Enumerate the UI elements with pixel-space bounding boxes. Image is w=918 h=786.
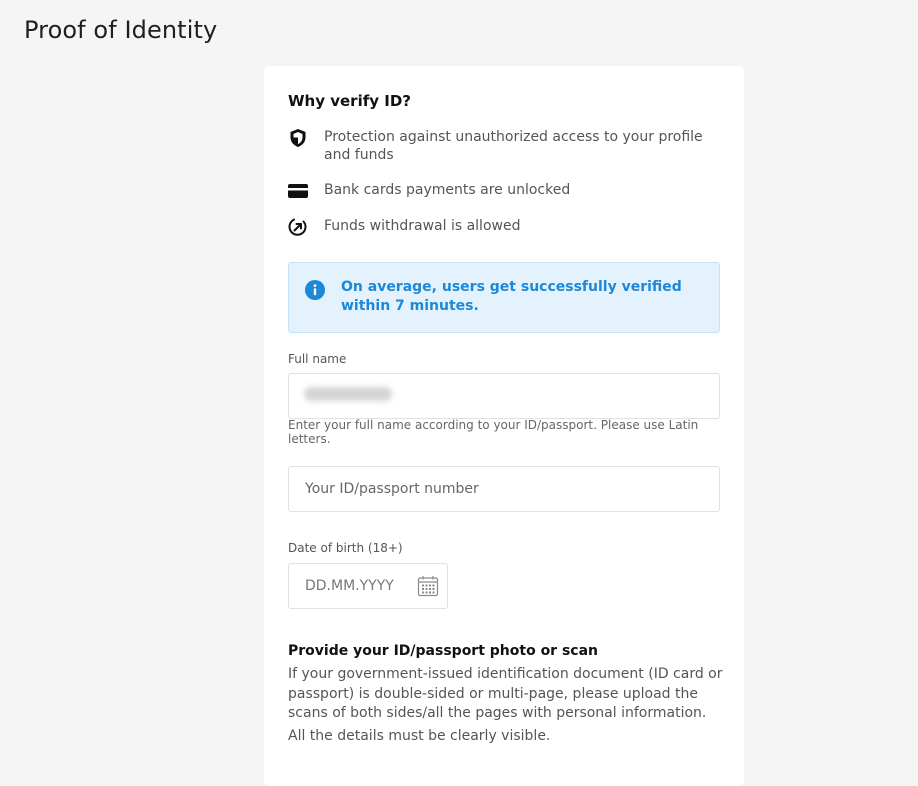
benefit-label: Bank cards payments are unlocked — [324, 182, 571, 198]
upload-description: If your government-issued identification… — [288, 666, 723, 721]
date-placeholder: DD.MM.YYYY — [305, 578, 394, 594]
verification-time-notice: On average, users get successfully verif… — [288, 262, 720, 333]
benefit-label: Funds withdrawal is allowed — [324, 218, 521, 234]
upload-note: All the details must be clearly visible. — [288, 728, 551, 744]
shield-icon — [288, 128, 308, 148]
why-verify-heading: Why verify ID? — [288, 92, 411, 110]
notice-text: On average, users get successfully verif… — [341, 279, 682, 314]
upload-heading: Provide your ID/passport photo or scan — [288, 643, 599, 659]
full-name-hint: Enter your full name according to your I… — [288, 418, 699, 446]
card-icon — [288, 181, 308, 201]
info-icon — [305, 280, 325, 300]
calendar-icon[interactable] — [417, 575, 439, 597]
page-title: Proof of Identity — [24, 16, 218, 44]
verification-card: Why verify ID? Protection against unauth… — [264, 66, 744, 786]
withdraw-icon — [288, 217, 308, 237]
passport-number-input[interactable] — [288, 466, 720, 512]
benefit-withdrawal: Funds withdrawal is allowed — [288, 217, 720, 237]
full-name-label: Full name — [288, 352, 347, 366]
full-name-redacted-value — [304, 387, 392, 401]
benefit-label: Protection against unauthorized access t… — [324, 129, 703, 163]
date-of-birth-input[interactable]: DD.MM.YYYY — [288, 563, 448, 609]
benefit-card-payments: Bank cards payments are unlocked — [288, 181, 720, 201]
benefit-protection: Protection against unauthorized access t… — [288, 128, 720, 164]
date-of-birth-label: Date of birth (18+) — [288, 541, 403, 555]
